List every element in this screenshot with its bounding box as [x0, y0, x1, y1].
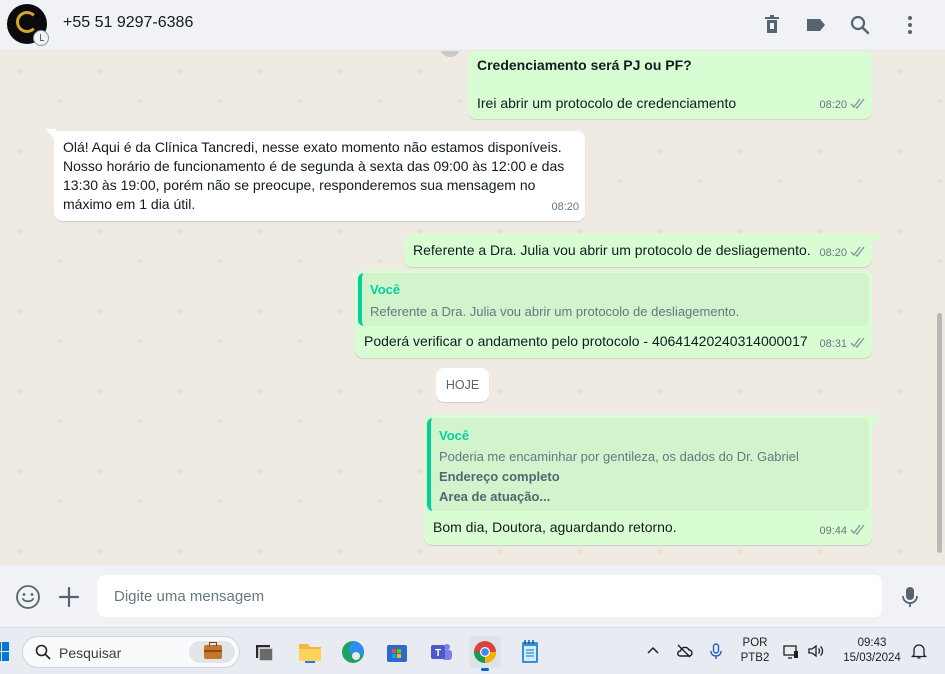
quote-text: Area de atuação... [439, 489, 551, 504]
notepad-icon[interactable] [514, 636, 546, 668]
file-explorer-icon[interactable] [294, 636, 326, 668]
quoted-message[interactable]: Você Poderia me encaminhar por gentileza… [427, 418, 869, 511]
system-clock[interactable]: 09:43 15/03/2024 [836, 637, 908, 664]
message-input[interactable] [97, 575, 882, 617]
contact-avatar[interactable] [7, 4, 49, 46]
microphone-icon[interactable] [897, 584, 923, 610]
clock-date: 15/03/2024 [843, 652, 901, 664]
message-outgoing[interactable]: Credenciamento será PJ ou PF? Irei abrir… [468, 51, 872, 119]
message-meta: 08:20 [819, 244, 866, 264]
read-ticks-icon [850, 337, 866, 348]
edge-browser-icon[interactable] [337, 636, 369, 668]
message-text: 13:30 às 19:00, porém não se preocupe, r… [63, 177, 536, 193]
task-view-icon[interactable] [248, 636, 280, 668]
message-text: Poderá verificar o andamento pelo protoc… [364, 333, 808, 349]
quoted-message[interactable]: Você Referente a Dra. Julia vou abrir um… [358, 273, 869, 326]
clinic-logo [16, 11, 38, 33]
briefcase-icon [204, 642, 222, 659]
quote-author: Você [370, 282, 401, 297]
message-text: Referente a Dra. Julia vou abrir um prot… [413, 242, 811, 258]
message-time: 08:31 [819, 337, 847, 350]
message-incoming[interactable]: Olá! Aqui é da Clínica Tancredi, nesse e… [54, 131, 585, 221]
language-indicator[interactable]: POR PTB2 [737, 637, 773, 664]
message-time: 08:20 [819, 246, 847, 259]
bubble-tail [871, 415, 881, 427]
svg-text:T: T [435, 648, 441, 659]
notification-bell-icon[interactable] [910, 642, 928, 660]
microsoft-store-icon[interactable] [381, 636, 413, 668]
search-icon [35, 644, 51, 660]
bubble-tail [871, 234, 881, 246]
microphone-tray-icon[interactable] [707, 642, 725, 660]
attach-plus-icon[interactable] [56, 584, 82, 610]
chrome-browser-icon[interactable] [469, 636, 501, 671]
emoji-icon[interactable] [15, 584, 41, 610]
message-meta: 08:20 [819, 96, 866, 116]
read-ticks-icon [850, 246, 866, 257]
language-top: POR [742, 637, 768, 649]
chevron-up-icon[interactable] [644, 642, 662, 660]
quote-text: Poderia me encaminhar por gentileza, os … [439, 449, 799, 464]
volume-icon[interactable] [807, 642, 825, 660]
language-bottom: PTB2 [740, 652, 770, 664]
search-icon[interactable] [848, 13, 872, 37]
chat-header: +55 51 9297-6386 [0, 0, 945, 50]
quote-text: Referente a Dra. Julia vou abrir um prot… [370, 304, 740, 319]
contact-name[interactable]: +55 51 9297-6386 [63, 14, 193, 32]
message-meta: 09:44 [819, 522, 866, 542]
taskbar-search[interactable]: Pesquisar [22, 636, 240, 668]
label-icon[interactable] [804, 13, 828, 37]
search-highlight[interactable] [189, 641, 235, 663]
quote-text: Endereço completo [439, 469, 560, 484]
conversation-panel[interactable]: Credenciamento será PJ ou PF? Irei abrir… [0, 51, 945, 565]
clock-time: 09:43 [857, 637, 887, 649]
menu-icon[interactable] [898, 13, 922, 37]
status-clock-icon [33, 30, 49, 46]
message-time: 09:44 [819, 524, 847, 537]
teams-icon[interactable]: T [425, 636, 457, 668]
quote-author: Você [439, 428, 470, 443]
windows-taskbar: Pesquisar T POR PTB2 09:43 15/03/2024 [0, 627, 945, 674]
message-outgoing-reply[interactable]: Você Poderia me encaminhar por gentileza… [424, 415, 872, 545]
message-text: Irei abrir um protocolo de credenciament… [477, 95, 737, 111]
cloud-offline-icon[interactable] [675, 642, 693, 660]
message-composer [0, 565, 945, 627]
message-outgoing-reply[interactable]: Você Referente a Dra. Julia vou abrir um… [355, 270, 872, 358]
search-placeholder: Pesquisar [59, 645, 122, 661]
message-meta: 08:31 [819, 335, 866, 355]
delete-icon[interactable] [760, 13, 784, 37]
date-divider: HOJE [436, 368, 489, 402]
start-menu-icon[interactable] [0, 642, 10, 662]
message-time: 08:20 [551, 200, 579, 213]
read-ticks-icon [850, 98, 866, 109]
message-text: Olá! Aqui é da Clínica Tancredi, nesse e… [63, 139, 562, 155]
message-text: Credenciamento será PJ ou PF? [477, 57, 692, 73]
read-ticks-icon [850, 524, 866, 535]
message-text: máximo em 1 dia útil. [63, 196, 196, 212]
message-time: 08:20 [819, 98, 847, 111]
message-outgoing[interactable]: Referente a Dra. Julia vou abrir um prot… [404, 234, 872, 267]
network-icon[interactable] [782, 642, 800, 660]
message-text: Bom dia, Doutora, aguardando retorno. [433, 519, 677, 535]
scrollbar[interactable] [937, 313, 942, 553]
message-text: Nosso horário de funcionamento é de segu… [63, 158, 565, 174]
